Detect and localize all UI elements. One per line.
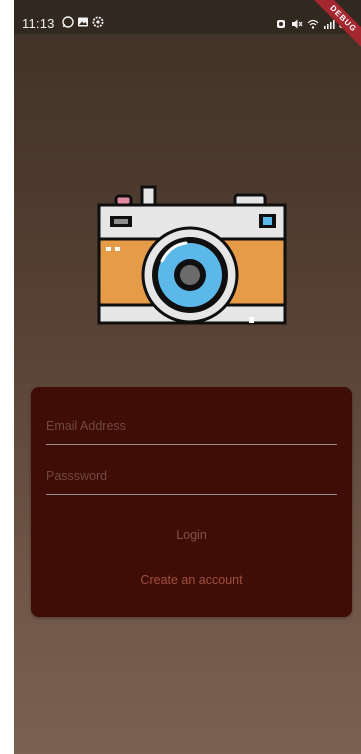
whatsapp-icon [62,16,74,28]
login-card: Email Address Passsword Login Create an … [31,387,352,617]
wifi-icon [307,19,318,29]
settings-icon [92,16,104,28]
app-screen: 11:13 DEBUG Email Address Passsword Logi… [14,0,361,754]
password-field[interactable]: Passsword [46,464,337,495]
camera-icon [97,185,287,325]
status-left-icons [62,16,104,28]
status-bar: 11:13 DEBUG [14,0,361,53]
login-button[interactable]: Login [31,528,352,542]
gallery-icon [78,17,88,27]
email-placeholder: Email Address [46,419,126,433]
password-placeholder: Passsword [46,469,108,483]
alarm-icon [276,19,285,28]
status-time: 11:13 [22,16,55,31]
mute-icon [291,19,303,28]
create-account-link[interactable]: Create an account [31,573,352,587]
email-field[interactable]: Email Address [46,414,337,445]
